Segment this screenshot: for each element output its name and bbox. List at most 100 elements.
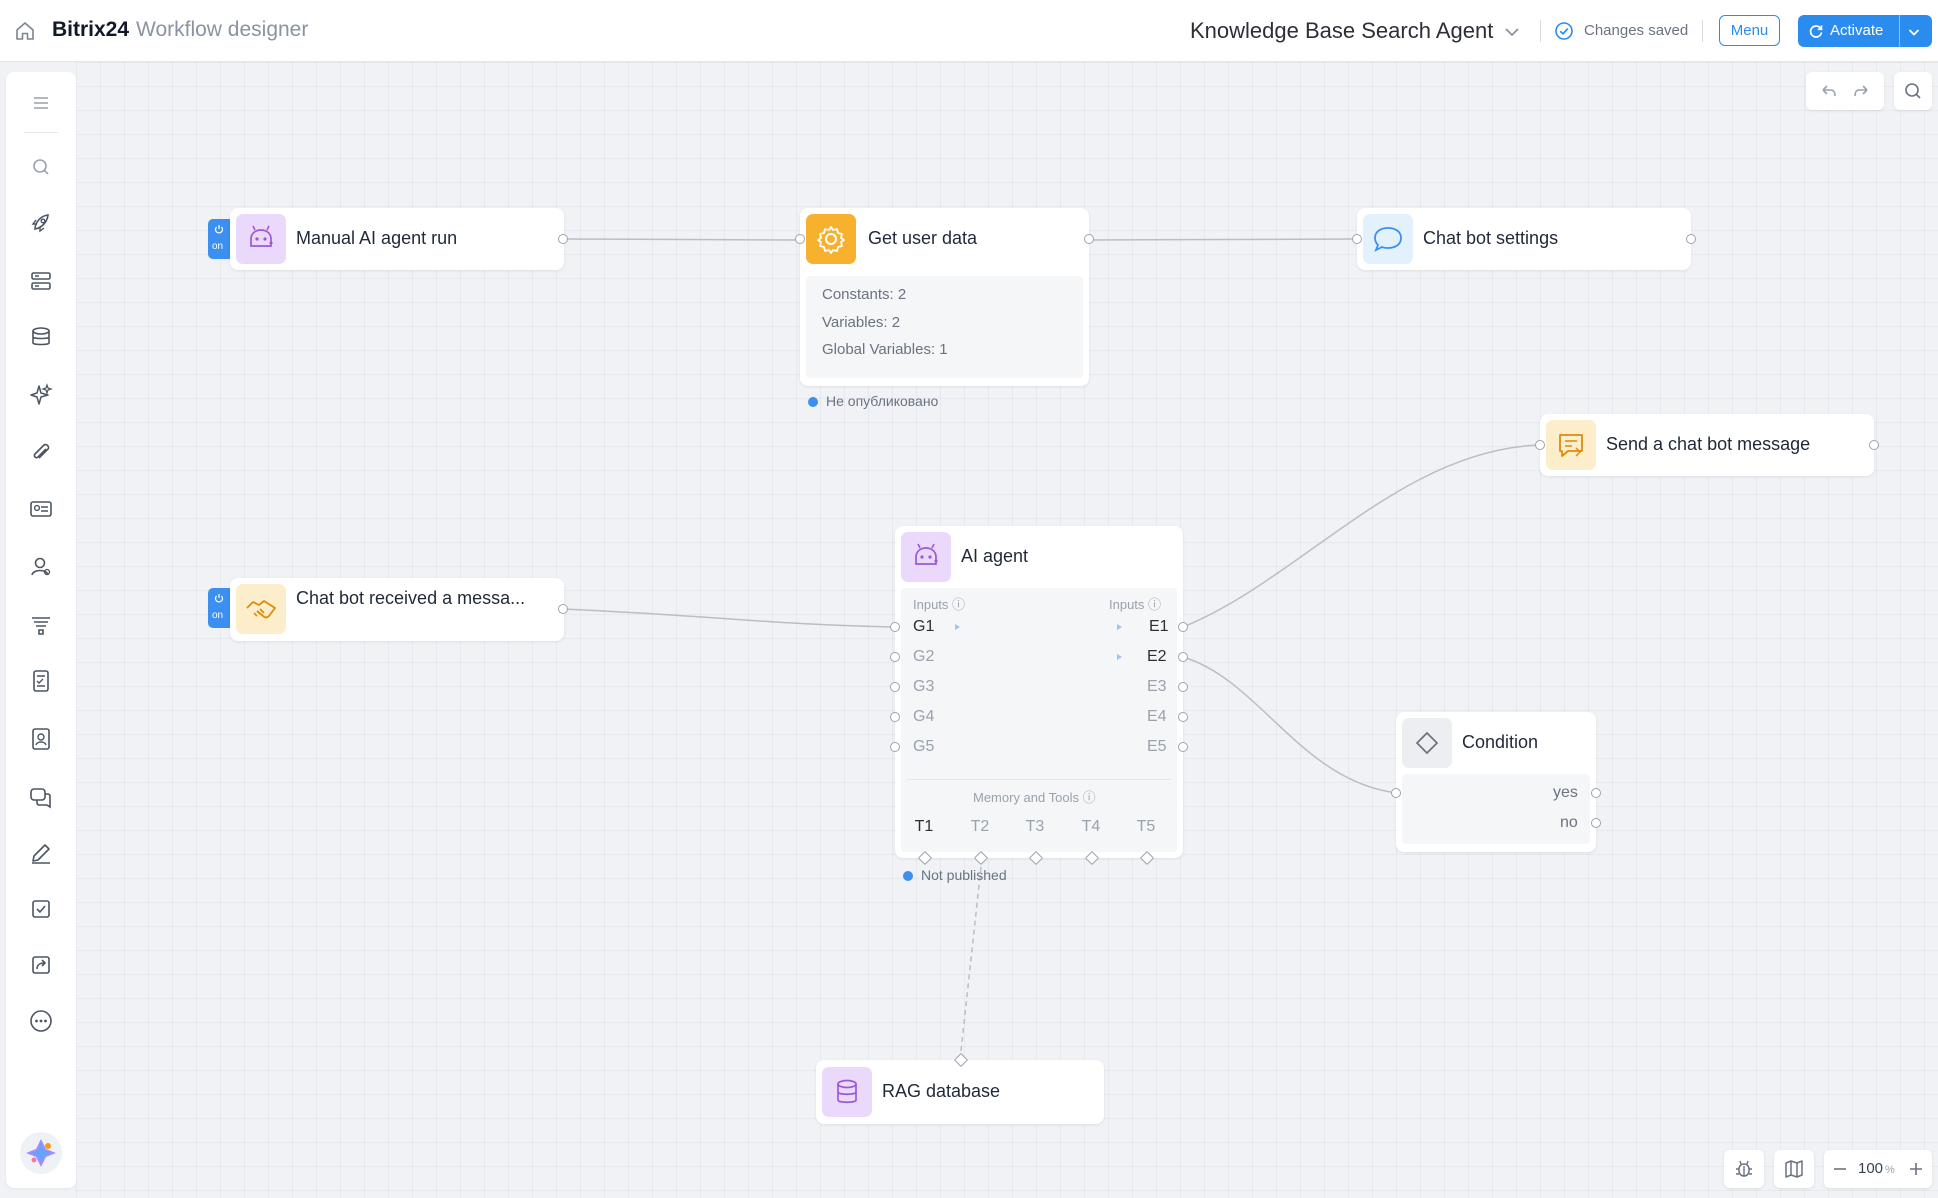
node-rag-database[interactable]: RAG database — [816, 1052, 1104, 1124]
port-label-e1: E1 — [1149, 618, 1169, 635]
brand-name: Bitrix24 — [52, 18, 130, 41]
node-chat-bot-settings[interactable]: Chat bot settings — [1352, 208, 1696, 270]
input-port[interactable] — [1391, 788, 1401, 798]
output-port-e2[interactable] — [1178, 652, 1188, 662]
port-label-e2: E2 — [1147, 648, 1167, 665]
forms-icon[interactable] — [26, 266, 56, 296]
output-port[interactable] — [558, 604, 568, 614]
contact-icon[interactable] — [26, 724, 56, 754]
input-port-g3[interactable] — [890, 682, 900, 692]
branch-label-no: no — [1560, 814, 1578, 831]
workflow-title[interactable]: Knowledge Base Search Agent — [1190, 18, 1493, 44]
output-port[interactable] — [558, 234, 568, 244]
memory-tools-header: Memory and Tools ⓘ — [973, 787, 1096, 806]
sparkles-icon[interactable] — [26, 380, 56, 410]
output-port-e3[interactable] — [1178, 682, 1188, 692]
port-label-e3: E3 — [1147, 678, 1167, 695]
zoom-controls: 100% — [1824, 1150, 1932, 1188]
zoom-unit: % — [1885, 1164, 1895, 1176]
input-port-g4[interactable] — [890, 712, 900, 722]
trigger-on-tab[interactable]: on — [208, 219, 230, 259]
node-title: Get user data — [868, 228, 978, 248]
activate-button[interactable]: Activate — [1798, 15, 1932, 47]
node-title: Condition — [1462, 732, 1539, 752]
input-port-g2[interactable] — [890, 652, 900, 662]
input-port[interactable] — [795, 234, 805, 244]
tool-label-t3: T3 — [1025, 818, 1045, 835]
tool-label-t4: T4 — [1081, 818, 1101, 835]
node-title: RAG database — [882, 1081, 1001, 1101]
undo-icon[interactable] — [1814, 77, 1842, 105]
zoom-out-icon[interactable] — [1826, 1155, 1854, 1183]
search-icon[interactable] — [1899, 77, 1927, 105]
gear-icon — [806, 214, 856, 264]
calculator-icon[interactable] — [26, 666, 56, 696]
database-icon — [822, 1067, 872, 1117]
node-get-user-data[interactable]: Get user data Constants: 2 Variables: 2 … — [795, 208, 1094, 386]
arrow-right-icon — [1117, 654, 1122, 660]
id-card-icon[interactable] — [26, 494, 56, 524]
node-send-chat-bot-message[interactable]: Send a chat bot message — [1535, 414, 1879, 476]
port-label-g3: G3 — [913, 678, 935, 695]
chevron-down-icon[interactable] — [1906, 24, 1922, 40]
node-title: Chat bot settings — [1423, 228, 1559, 248]
output-port-e4[interactable] — [1178, 712, 1188, 722]
menu-icon[interactable] — [26, 88, 56, 118]
menu-button[interactable]: Menu — [1719, 15, 1780, 46]
chevron-down-icon[interactable] — [1502, 22, 1522, 42]
input-port-g1[interactable] — [890, 622, 900, 632]
checkbox-icon[interactable] — [26, 894, 56, 924]
section-divider — [907, 779, 1171, 780]
power-icon — [214, 594, 224, 603]
node-ai-agent[interactable]: AI agent Inputs ⓘ Inputs ⓘ G1 G2 G3 G4 G… — [890, 526, 1188, 866]
node-chat-bot-received-message[interactable]: Chat bot received a messa... — [230, 578, 568, 641]
brand-subtitle: Workflow designer — [136, 18, 309, 41]
output-port[interactable] — [1869, 440, 1879, 450]
bug-icon[interactable] — [1730, 1155, 1758, 1183]
redo-icon[interactable] — [1848, 77, 1876, 105]
node-condition[interactable]: Condition yes no — [1391, 712, 1601, 852]
output-port-e1[interactable] — [1178, 622, 1188, 632]
input-port[interactable] — [1535, 440, 1545, 450]
port-label-e5: E5 — [1147, 738, 1167, 755]
share-icon[interactable] — [26, 950, 56, 980]
status-text: Not published — [921, 867, 1007, 883]
funnel-icon[interactable] — [26, 610, 56, 640]
output-port-no[interactable] — [1591, 818, 1601, 828]
node-manual-ai-agent-run[interactable]: Manual AI agent run — [230, 208, 568, 270]
output-port-e5[interactable] — [1178, 742, 1188, 752]
global-variables-count: Global Variables: 1 — [822, 341, 948, 358]
search-icon[interactable] — [26, 152, 56, 182]
user-icon[interactable] — [26, 552, 56, 582]
map-icon[interactable] — [1780, 1155, 1808, 1183]
input-port[interactable] — [1352, 234, 1362, 244]
ai-assistant-icon[interactable] — [20, 1132, 62, 1174]
tool-label-t1: T1 — [914, 818, 934, 835]
output-port-yes[interactable] — [1591, 788, 1601, 798]
input-port-g5[interactable] — [890, 742, 900, 752]
home-icon[interactable] — [12, 18, 38, 44]
output-port[interactable] — [1084, 234, 1094, 244]
port-label-g5: G5 — [913, 738, 935, 755]
trigger-on-tab[interactable]: on — [208, 588, 230, 628]
node-title: Manual AI agent run — [296, 228, 458, 248]
rocket-icon[interactable] — [26, 208, 56, 238]
output-port[interactable] — [1686, 234, 1696, 244]
diamond-icon — [1402, 718, 1452, 768]
info-icon: ⓘ — [1148, 597, 1162, 612]
database-icon[interactable] — [26, 322, 56, 352]
on-label: on — [212, 610, 224, 621]
pen-icon[interactable] — [26, 838, 56, 868]
more-icon[interactable] — [26, 1006, 56, 1036]
on-label: on — [212, 241, 224, 252]
zoom-in-icon[interactable] — [1902, 1155, 1930, 1183]
sidebar-divider — [24, 132, 58, 133]
chat-icon[interactable] — [26, 782, 56, 812]
publish-status: Not published — [903, 867, 1007, 883]
port-label-g4: G4 — [913, 708, 935, 725]
paperclip-icon[interactable] — [26, 438, 56, 468]
header-divider — [1540, 20, 1541, 42]
inputs-left-header: Inputs ⓘ — [913, 594, 965, 613]
tool-label-t2: T2 — [970, 818, 990, 835]
power-icon — [214, 225, 224, 234]
